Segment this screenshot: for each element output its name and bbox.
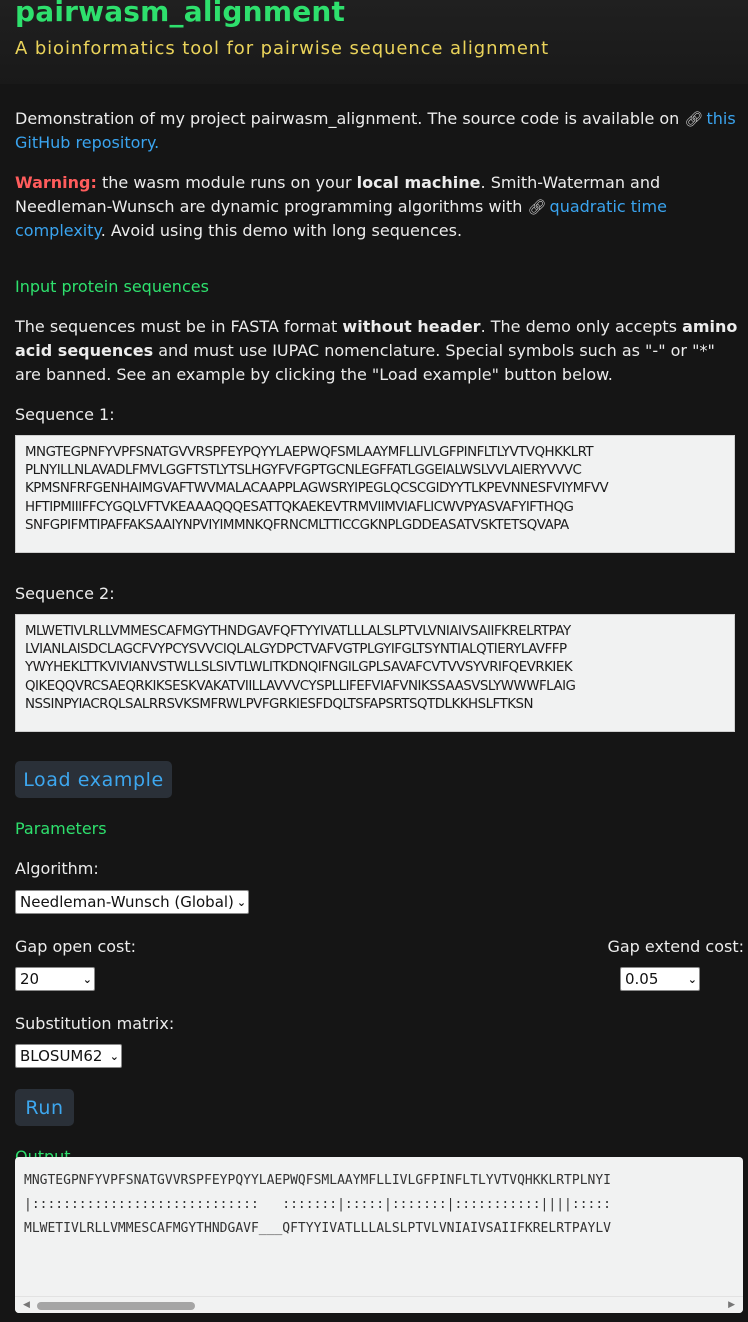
- gap-open-value: 20: [20, 970, 40, 988]
- seq-line: QIKEQQVRCSAEQRKIKSESKVAKATVIILLAVVVCYSPL…: [25, 678, 576, 694]
- gap-open-label: Gap open cost:: [15, 937, 137, 956]
- warning-paragraph: Warning: the wasm module runs on your lo…: [15, 171, 743, 243]
- gap-extend-label: Gap extend cost:: [607, 937, 744, 956]
- sequence-2-textarea[interactable]: MLWETIVLRLLVMMESCAFMGYTHNDGAVFQFTYYIVATL…: [15, 614, 735, 732]
- sequence-2-label: Sequence 2:: [15, 584, 115, 603]
- alignment-line-match: |::::::::::::::::::::::::::::: :::::::|:…: [24, 1197, 611, 1212]
- header-banner: pairwasm_alignment A bioinformatics tool…: [0, 0, 748, 84]
- gap-open-select[interactable]: 20 ⌄: [15, 967, 95, 991]
- scrollbar-thumb[interactable]: [37, 1302, 195, 1310]
- scroll-right-icon[interactable]: ▶: [728, 1300, 735, 1310]
- parameters-heading: Parameters: [15, 819, 107, 838]
- substitution-matrix-label: Substitution matrix:: [15, 1014, 175, 1033]
- chevron-down-icon: ⌄: [109, 1049, 119, 1063]
- link-icon: 🔗︎: [684, 110, 704, 128]
- load-example-button[interactable]: Load example: [15, 761, 172, 798]
- warning-bold: local machine: [356, 173, 481, 192]
- warning-text-3: . Avoid using this demo with long sequen…: [100, 221, 463, 240]
- desc-bold-1: without header: [342, 317, 481, 336]
- gap-extend-value: 0.05: [625, 970, 659, 988]
- desc-text-2: . The demo only accepts: [480, 317, 683, 336]
- sequence-1-label: Sequence 1:: [15, 405, 115, 424]
- algorithm-label: Algorithm:: [15, 859, 99, 878]
- seq-line: SNFGPIFMTIPAFFAKSAAIYNPVIYIMMNKQFRNCMLTT…: [25, 517, 569, 533]
- warning-label: Warning:: [15, 173, 97, 192]
- chevron-down-icon: ⌄: [687, 972, 697, 986]
- scroll-left-icon[interactable]: ◀: [23, 1300, 30, 1310]
- chevron-down-icon: ⌄: [236, 895, 247, 909]
- algorithm-select[interactable]: Needleman-Wunsch (Global) ⌄: [15, 890, 249, 914]
- sequence-1-textarea[interactable]: MNGTEGPNFYVPFSNATGVVRSPFEYPQYYLAEPWQFSML…: [15, 435, 735, 553]
- intro-text: Demonstration of my project pairwasm_ali…: [15, 109, 685, 128]
- desc-text-1: The sequences must be in FASTA format: [15, 317, 343, 336]
- substitution-matrix-select[interactable]: BLOSUM62 ⌄: [15, 1044, 122, 1068]
- input-section-heading: Input protein sequences: [15, 277, 209, 296]
- input-description: The sequences must be in FASTA format wi…: [15, 315, 743, 387]
- seq-line: NSSINPYIACRQLSALRRSVKSMFRWLPVFGRKIESFDQL…: [25, 696, 534, 712]
- seq-line: KPMSNFRFGENHAIMGVAFTWVMALACAAPPLAGWSRYIP…: [25, 481, 609, 497]
- output-panel[interactable]: MNGTEGPNFYVPFSNATGVVRSPFEYPQYYLAEPWQFSML…: [15, 1157, 743, 1313]
- app-subtitle: A bioinformatics tool for pairwise seque…: [15, 38, 550, 59]
- seq-line: HFTIPMIIIFFCYGQLVFTVKEAAAQQQESATTQKAEKEV…: [25, 499, 574, 515]
- alignment-line-seq1: MNGTEGPNFYVPFSNATGVVRSPFEYPQYYLAEPWQFSML…: [24, 1173, 611, 1188]
- seq-line: LVIANLAISDCLAGCFVYPCYSVVCIQLALGYDPCTVAFV…: [25, 642, 567, 658]
- app-title: pairwasm_alignment: [15, 0, 346, 28]
- algorithm-value: Needleman-Wunsch (Global): [20, 893, 234, 911]
- alignment-output: MNGTEGPNFYVPFSNATGVVRSPFEYPQYYLAEPWQFSML…: [24, 1169, 611, 1241]
- seq-line: YWYHEKLTTKVIVIANVSTWLLSLSIVTLWLITKDNQIFN…: [25, 660, 573, 676]
- seq-line: MNGTEGPNFYVPFSNATGVVRSPFEYPQYYLAEPWQFSML…: [25, 445, 594, 460]
- warning-text-1: the wasm module runs on your: [96, 173, 357, 192]
- matrix-value: BLOSUM62: [20, 1047, 103, 1065]
- gap-extend-select[interactable]: 0.05 ⌄: [620, 967, 700, 991]
- alignment-line-seq2: MLWETIVLRLLVMMESCAFMGYTHNDGAVF___QFTYYIV…: [24, 1221, 611, 1236]
- seq-line: MLWETIVLRLLVMMESCAFMGYTHNDGAVFQFTYYIVATL…: [25, 624, 571, 639]
- link-icon: 🔗︎: [527, 198, 547, 216]
- intro-paragraph: Demonstration of my project pairwasm_ali…: [15, 107, 743, 155]
- horizontal-scrollbar[interactable]: ◀ ▶: [15, 1296, 743, 1313]
- run-button[interactable]: Run: [15, 1089, 74, 1126]
- chevron-down-icon: ⌄: [82, 972, 92, 986]
- seq-line: PLNYILLNLAVADLFMVLGGFTSTLYTSLHGYFVFGPTGC…: [25, 463, 582, 479]
